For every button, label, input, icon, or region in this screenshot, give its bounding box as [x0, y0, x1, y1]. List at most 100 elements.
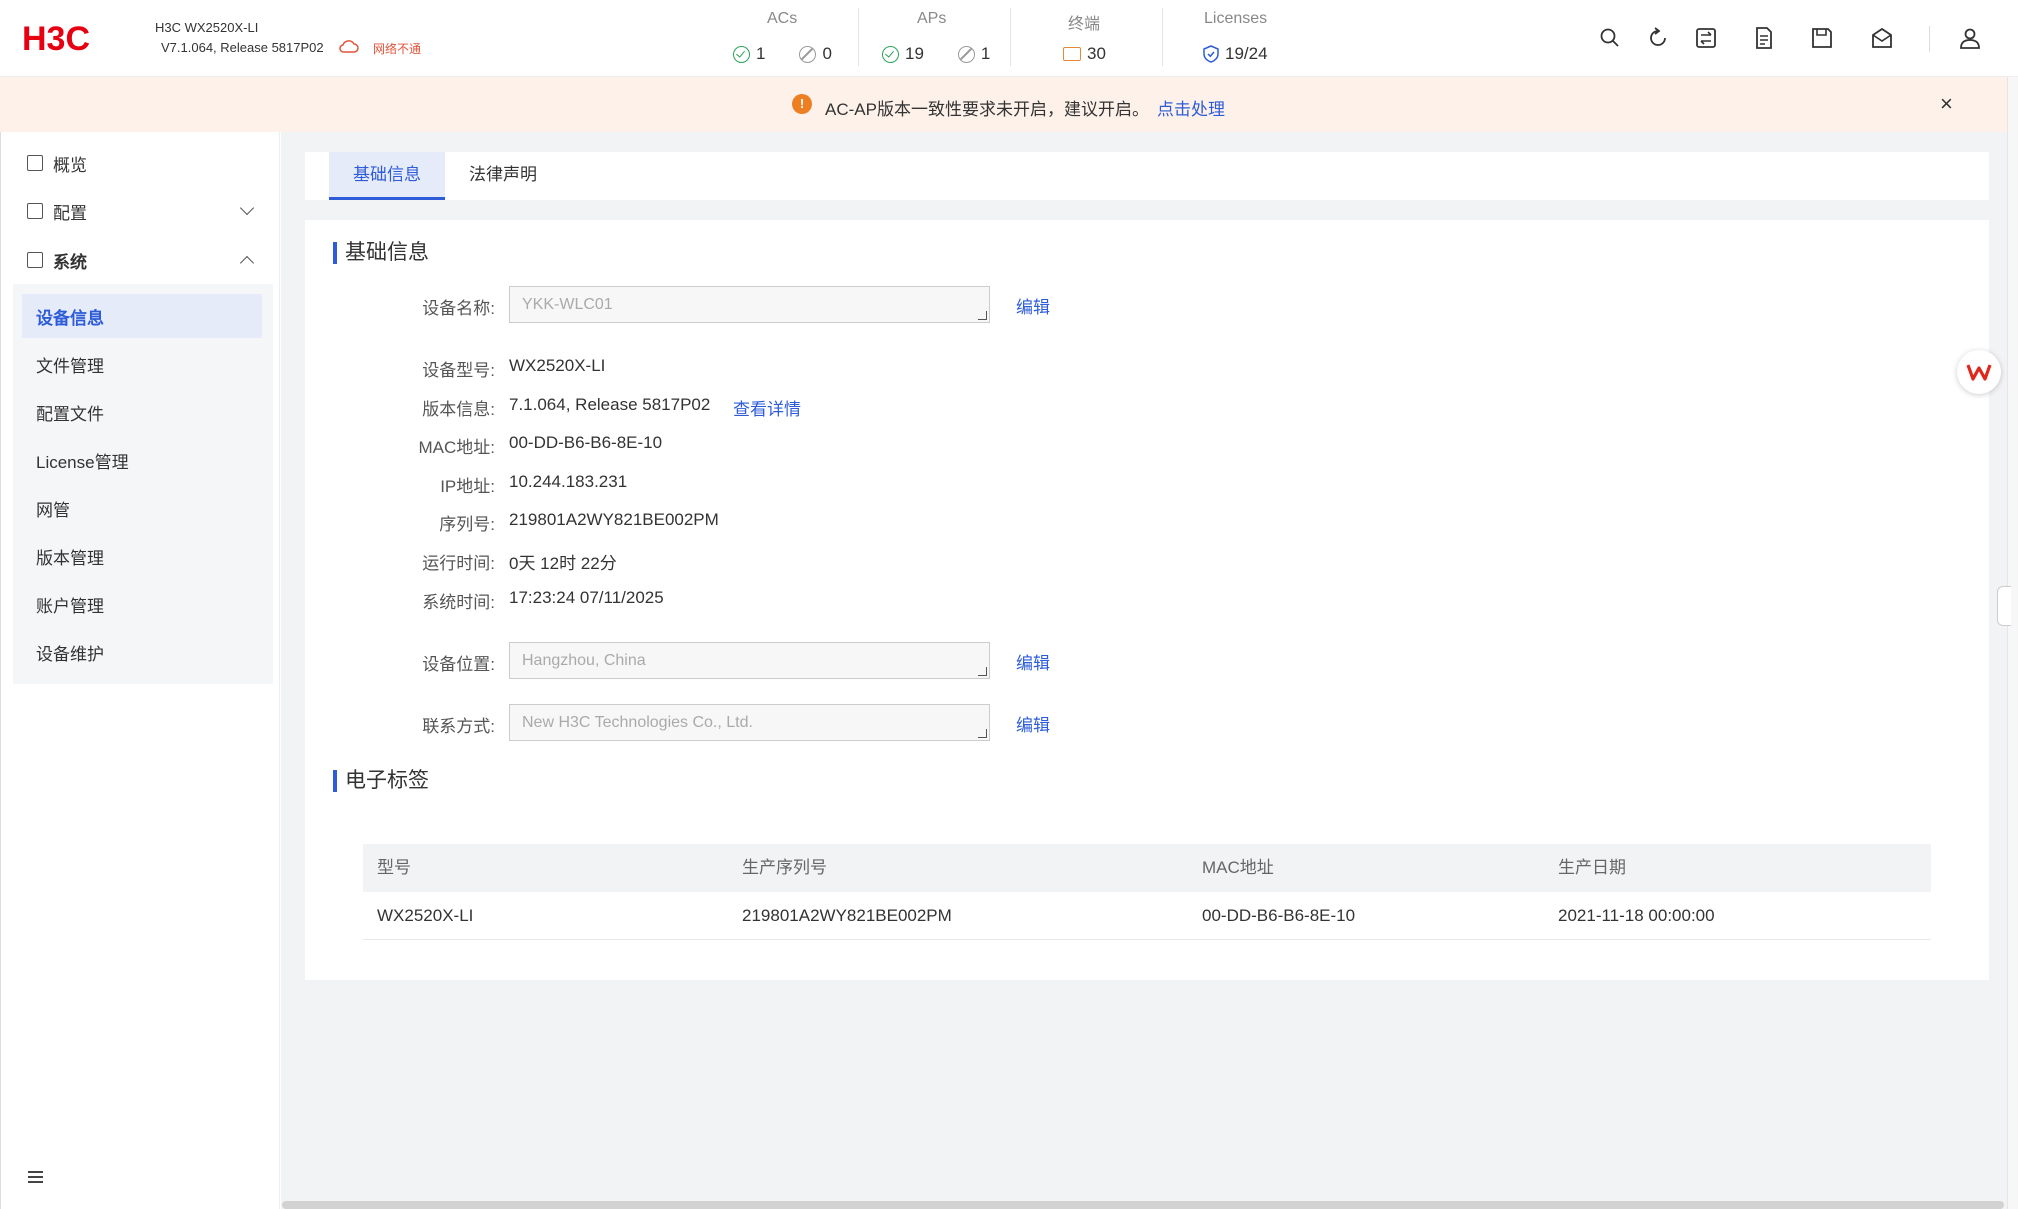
location-field[interactable]: Hangzhou, China [509, 642, 990, 679]
system-time-value: 17:23:24 07/11/2025 [509, 588, 664, 607]
electronic-label-table: 型号 生产序列号 MAC地址 生产日期 WX2520X-LI 219801A2W… [363, 844, 1931, 940]
section-title-basic: 基础信息 [333, 242, 429, 264]
stat-acs-values: 1 0 [733, 44, 832, 64]
user-icon[interactable] [1958, 26, 1982, 50]
stat-aps-values: 19 1 [882, 44, 990, 64]
device-model-value: WX2520X-LI [509, 356, 606, 375]
sidebar-item-label: 配置 [53, 203, 87, 223]
info-label: 设备型号: [422, 361, 495, 380]
side-drawer-tab[interactable] [1997, 586, 2011, 626]
sidebar-item-label: 概览 [53, 155, 87, 175]
device-name: H3C WX2520X-LI [155, 20, 259, 35]
ip-value: 10.244.183.231 [509, 472, 628, 491]
wps-float-icon[interactable] [1957, 350, 2001, 394]
aps-online-count: 19 [905, 44, 924, 63]
tab-legal-notice[interactable]: 法律声明 [445, 152, 561, 200]
device-version: V7.1.064, Release 5817P02 [161, 40, 324, 55]
mac-value: 00-DD-B6-B6-8E-10 [509, 433, 663, 452]
stat-licenses[interactable]: Licenses 19/24 [1200, 10, 1310, 68]
sidebar-item-version-management[interactable]: 版本管理 [22, 534, 262, 578]
log-icon[interactable] [1752, 26, 1776, 50]
dashboard-icon [27, 155, 43, 171]
system-icon [27, 252, 43, 268]
banner-message: AC-AP版本一致性要求未开启，建议开启。 [825, 100, 1149, 119]
chevron-up-icon[interactable] [239, 255, 255, 271]
info-label: 系统时间: [422, 593, 495, 612]
column-header: MAC地址 [1202, 858, 1274, 877]
edit-contact-button[interactable]: 编辑 [1016, 711, 1050, 736]
sidebar-item-device-maintenance[interactable]: 设备维护 [22, 630, 262, 674]
sidebar-item-label: 系统 [53, 252, 87, 272]
acs-offline-count: 0 [822, 44, 832, 63]
info-label: 版本信息: [422, 400, 495, 419]
licenses-count: 19/24 [1225, 44, 1268, 63]
search-icon[interactable] [1598, 26, 1622, 50]
online-icon [733, 45, 750, 63]
offline-icon [957, 45, 975, 63]
sidebar-item-network-management[interactable]: 网管 [22, 486, 262, 530]
table-cell: WX2520X-LI [377, 906, 474, 925]
acs-online-count: 1 [756, 44, 766, 63]
tab-basic-info[interactable]: 基础信息 [329, 152, 445, 200]
menu-collapse-icon[interactable] [28, 1171, 43, 1183]
serial-value: 219801A2WY821BE002PM [509, 510, 719, 529]
info-label: 序列号: [439, 515, 495, 534]
main-content: 基础信息 法律声明 基础信息 设备名称: YKK-WLC01 编辑 设备型号: … [281, 132, 2007, 1209]
sidebar-item-device-info[interactable]: 设备信息 [22, 294, 262, 338]
sidebar-item-file-management[interactable]: 文件管理 [22, 342, 262, 386]
mail-icon[interactable] [1870, 26, 1894, 50]
sidebar-item-system[interactable]: 系统 [27, 245, 87, 275]
column-header: 生产日期 [1558, 858, 1626, 877]
edit-device-name-button[interactable]: 编辑 [1016, 293, 1050, 318]
info-label: MAC地址: [418, 438, 496, 457]
save-icon[interactable] [1810, 26, 1834, 50]
stat-aps[interactable]: APs 19 1 [870, 10, 1000, 68]
table-header: 型号 生产序列号 MAC地址 生产日期 [363, 844, 1931, 892]
info-label: 运行时间: [422, 554, 495, 573]
stat-terminals-title: 终端 [1068, 16, 1101, 33]
right-edge-panel [2007, 77, 2018, 1209]
sidebar-item-license-management[interactable]: License管理 [22, 438, 262, 482]
stat-acs-title: ACs [767, 10, 798, 27]
sidebar: 概览 配置 系统 设备信息 文件管理 配置文件 License管理 网管 版本管… [0, 132, 280, 1209]
stat-aps-title: APs [917, 10, 947, 27]
stat-licenses-values: 19/24 [1203, 44, 1268, 64]
sidebar-item-account-management[interactable]: 账户管理 [22, 582, 262, 626]
table-cell: 00-DD-B6-B6-8E-10 [1202, 906, 1356, 925]
online-icon [882, 45, 899, 63]
offline-icon [799, 45, 817, 63]
info-label: IP地址: [440, 477, 495, 496]
divider [858, 8, 859, 66]
shield-check-icon [1203, 45, 1219, 63]
banner-action-link[interactable]: 点击处理 [1157, 95, 1225, 120]
refresh-icon[interactable] [1646, 26, 1670, 50]
sidebar-item-config-file[interactable]: 配置文件 [22, 390, 262, 434]
aps-offline-count: 1 [980, 44, 991, 63]
network-status: 网络不通 [373, 42, 422, 56]
horizontal-scrollbar[interactable] [282, 1201, 2004, 1209]
sidebar-item-config[interactable]: 配置 [27, 196, 87, 226]
view-details-link[interactable]: 查看详情 [733, 395, 801, 420]
version-value: 7.1.064, Release 5817P02 [509, 395, 711, 414]
chevron-down-icon[interactable] [239, 200, 255, 216]
stat-terminals[interactable]: 终端 30 [1040, 10, 1130, 68]
sidebar-item-overview[interactable]: 概览 [27, 148, 87, 178]
tab-bar: 基础信息 法律声明 [305, 152, 1989, 200]
top-header: H3C H3C WX2520X-LI V7.1.064, Release 581… [0, 0, 2018, 77]
swap-icon[interactable] [1694, 26, 1718, 50]
edit-location-button[interactable]: 编辑 [1016, 649, 1050, 674]
device-name-field[interactable]: YKK-WLC01 [509, 286, 990, 323]
system-submenu: 设备信息 文件管理 配置文件 License管理 网管 版本管理 账户管理 设备… [13, 284, 273, 684]
stat-acs[interactable]: ACs 1 0 [723, 10, 833, 68]
device-info-card: 基础信息 设备名称: YKK-WLC01 编辑 设备型号: WX2520X-LI… [305, 220, 1989, 980]
cloud-offline-icon [339, 40, 359, 53]
h3c-logo[interactable]: H3C [22, 20, 124, 56]
svg-text:H3C: H3C [22, 20, 90, 56]
warning-icon: ! [792, 94, 812, 114]
terminal-icon [1063, 47, 1081, 61]
terminals-count: 30 [1087, 44, 1106, 63]
contact-field[interactable]: New H3C Technologies Co., Ltd. [509, 704, 990, 741]
column-header: 生产序列号 [742, 858, 827, 877]
close-icon[interactable]: × [1940, 91, 1953, 117]
divider [1010, 8, 1011, 66]
